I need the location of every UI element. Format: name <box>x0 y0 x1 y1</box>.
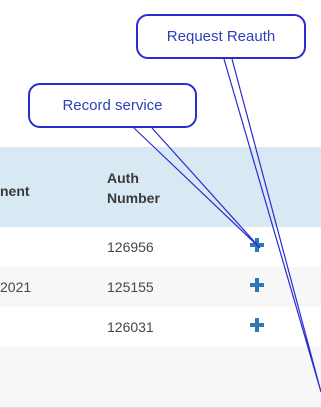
table-row: 2021 125155 <box>0 267 321 308</box>
plus-icon[interactable] <box>247 315 267 335</box>
row-col1: 2021 <box>0 279 32 295</box>
record-service-callout: Record service <box>28 83 197 128</box>
table-row: 126956 <box>0 227 321 268</box>
plus-icon[interactable] <box>247 235 267 255</box>
request-reauth-callout: Request Reauth <box>136 14 306 59</box>
header-col1: nent <box>0 183 30 199</box>
table-row <box>0 347 321 408</box>
row-auth-number: 126031 <box>107 319 154 335</box>
row-auth-number: 125155 <box>107 279 154 295</box>
header-auth-line1: Auth <box>107 170 139 186</box>
plus-icon[interactable] <box>247 275 267 295</box>
header-auth-number: Auth Number <box>107 168 160 208</box>
table-header: nent Auth Number <box>0 147 321 227</box>
table-row: 126031 <box>0 307 321 348</box>
row-auth-number: 126956 <box>107 239 154 255</box>
header-auth-line2: Number <box>107 190 160 206</box>
